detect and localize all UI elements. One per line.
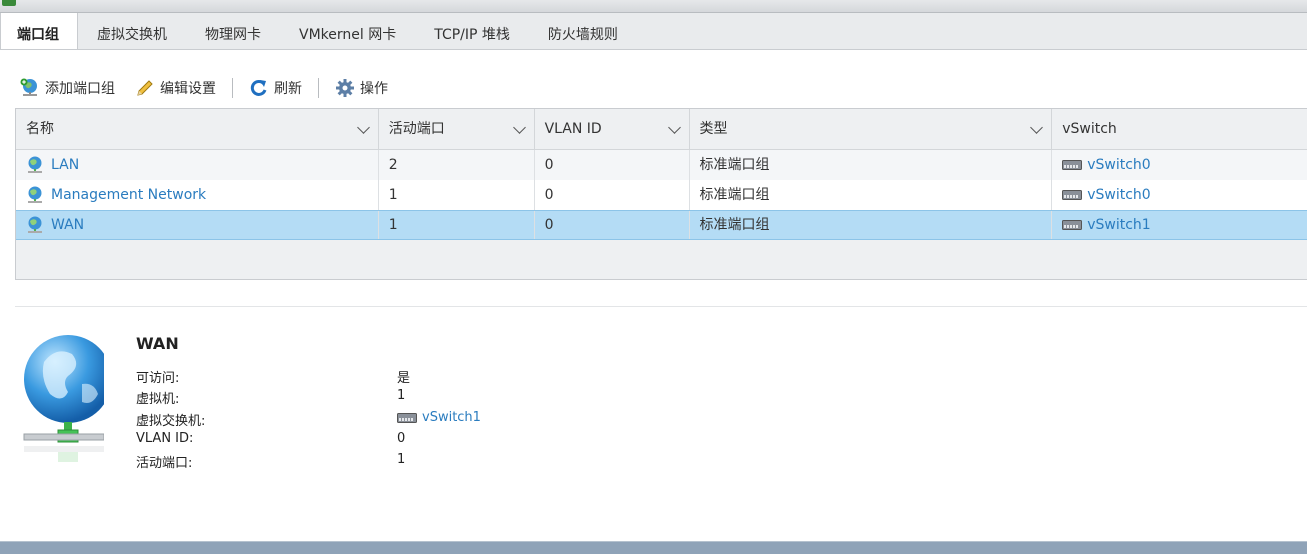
column-header-vswitch[interactable]: vSwitch	[1052, 109, 1307, 149]
detail-value-vswitch: vSwitch1	[397, 410, 481, 425]
type-cell: 标准端口组	[690, 150, 1053, 180]
detail-value-vlan-id: 0	[397, 431, 406, 446]
add-port-group-button[interactable]: 添加端口组	[18, 76, 117, 100]
vswitch-icon	[397, 412, 417, 423]
detail-title: WAN	[136, 334, 179, 353]
port-group-link-wan[interactable]: WAN	[51, 211, 84, 239]
chevron-down-icon[interactable]	[356, 121, 370, 134]
detail-label-vlan-id: VLAN ID:	[136, 431, 194, 446]
vswitch-link[interactable]: vSwitch1	[1087, 211, 1150, 239]
column-header-type[interactable]: 类型	[690, 109, 1053, 149]
tab-physical-nics[interactable]: 物理网卡	[186, 13, 280, 49]
add-network-icon	[20, 78, 37, 96]
table-row[interactable]: Management Network 1 0 标准端口组 vSwitch0	[16, 180, 1307, 210]
column-header-vlan-id[interactable]: VLAN ID	[535, 109, 690, 149]
vswitch-icon	[1062, 220, 1083, 230]
port-group-table: 名称 活动端口 VLAN ID 类型 vSwitch LAN 2 0 标准端口组…	[15, 108, 1307, 280]
detail-vswitch-link[interactable]: vSwitch1	[422, 410, 481, 425]
vlan-id-cell: 0	[535, 180, 690, 210]
chevron-down-icon[interactable]	[1030, 121, 1044, 134]
table-row[interactable]: LAN 2 0 标准端口组 vSwitch0	[16, 150, 1307, 180]
refresh-icon	[250, 79, 267, 96]
tab-vmkernel-nics[interactable]: VMkernel 网卡	[280, 13, 415, 49]
actions-button[interactable]: 操作	[333, 76, 390, 100]
vlan-id-cell: 0	[535, 150, 690, 180]
section-divider	[15, 306, 1307, 307]
column-header-active-ports[interactable]: 活动端口	[379, 109, 535, 149]
network-globe-icon	[28, 156, 42, 173]
network-globe-icon	[28, 216, 42, 233]
tab-port-groups[interactable]: 端口组	[0, 13, 78, 49]
status-bar	[0, 541, 1307, 554]
tab-bar: 端口组 虚拟交换机 物理网卡 VMkernel 网卡 TCP/IP 堆栈 防火墙…	[0, 13, 1307, 50]
toolbar: 添加端口组 编辑设置 刷新 操作	[18, 76, 390, 100]
network-globe-icon	[28, 186, 42, 203]
detail-label-accessible: 可访问:	[136, 371, 180, 386]
vswitch-icon	[1062, 190, 1083, 200]
tab-firewall-rules[interactable]: 防火墙规则	[529, 13, 637, 49]
detail-label-vms: 虚拟机:	[136, 392, 180, 407]
gear-icon	[336, 79, 354, 97]
detail-value-vms: 1	[397, 388, 406, 403]
edit-settings-button[interactable]: 编辑设置	[133, 76, 218, 100]
tab-virtual-switches[interactable]: 虚拟交换机	[78, 13, 186, 49]
chevron-down-icon[interactable]	[667, 121, 681, 134]
refresh-label: 刷新	[274, 81, 302, 97]
window-title-bar	[0, 0, 1307, 13]
table-header: 名称 活动端口 VLAN ID 类型 vSwitch	[16, 109, 1307, 150]
network-globe-large-icon	[23, 335, 104, 462]
vswitch-link[interactable]: vSwitch0	[1087, 150, 1150, 180]
active-ports-cell: 2	[379, 150, 535, 180]
tab-tcpip-stacks[interactable]: TCP/IP 堆栈	[415, 13, 529, 49]
actions-label: 操作	[360, 81, 388, 97]
port-group-link-lan[interactable]: LAN	[51, 150, 79, 180]
active-ports-cell: 1	[379, 211, 535, 239]
toolbar-separator	[318, 78, 319, 98]
refresh-button[interactable]: 刷新	[247, 76, 304, 100]
vswitch-link[interactable]: vSwitch0	[1087, 180, 1150, 210]
edit-settings-label: 编辑设置	[160, 81, 216, 97]
column-header-name[interactable]: 名称	[16, 109, 379, 149]
type-cell: 标准端口组	[690, 180, 1053, 210]
type-cell: 标准端口组	[690, 211, 1053, 239]
active-ports-cell: 1	[379, 180, 535, 210]
vlan-id-cell: 0	[535, 211, 690, 239]
chevron-down-icon[interactable]	[512, 121, 526, 134]
detail-value-accessible: 是	[397, 371, 411, 386]
port-group-link-management-network[interactable]: Management Network	[51, 180, 206, 210]
vswitch-icon	[1062, 160, 1083, 170]
app-icon	[2, 0, 16, 6]
pencil-icon	[137, 80, 153, 96]
toolbar-separator	[232, 78, 233, 98]
detail-label-vswitch: 虚拟交换机:	[136, 414, 206, 429]
detail-label-active-ports: 活动端口:	[136, 456, 193, 471]
add-port-group-label: 添加端口组	[45, 81, 115, 97]
table-row-selected[interactable]: WAN 1 0 标准端口组 vSwitch1	[16, 210, 1307, 240]
detail-value-active-ports: 1	[397, 452, 406, 467]
